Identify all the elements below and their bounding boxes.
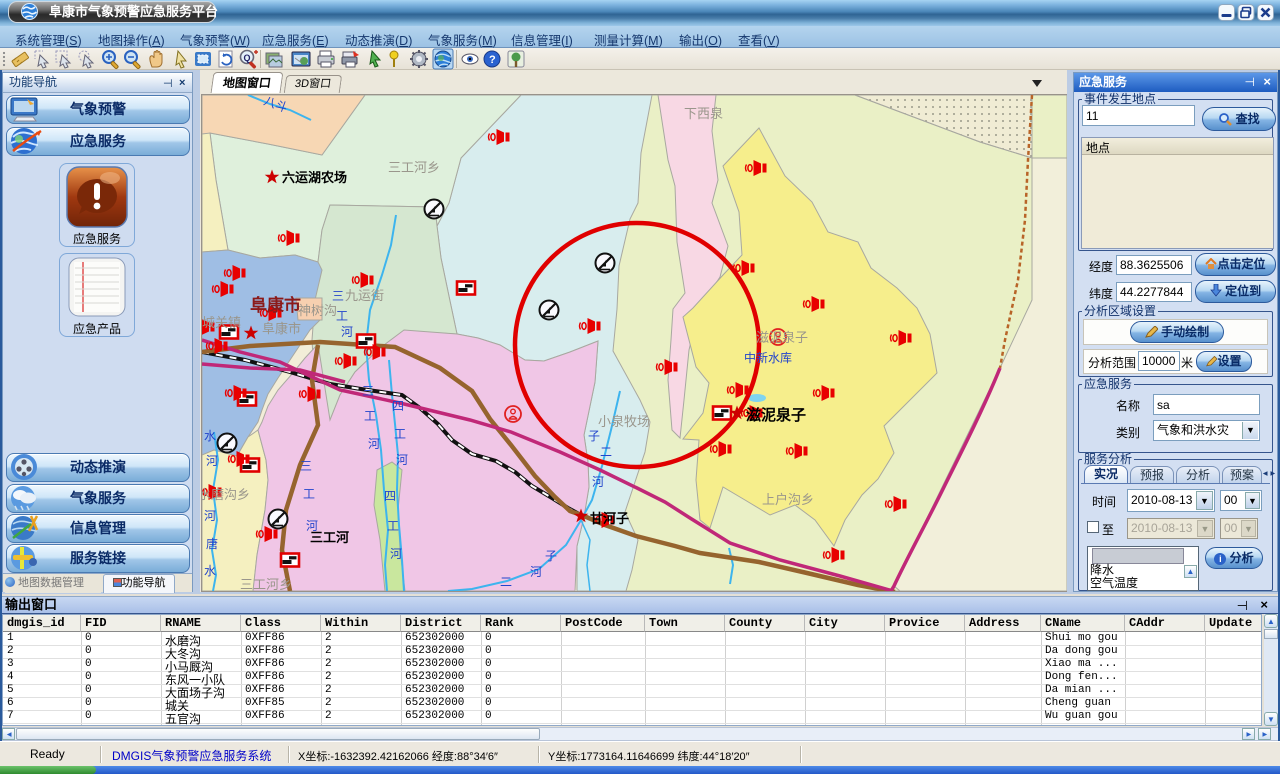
svg-text:滋泥泉子: 滋泥泉子 [756, 330, 808, 345]
svg-text:三: 三 [362, 384, 374, 398]
svg-text:甘河子: 甘河子 [590, 511, 629, 526]
svg-text:城关镇: 城关镇 [202, 315, 241, 330]
svg-text:?: ? [489, 54, 496, 66]
svg-text:滋泥泉子: 滋泥泉子 [746, 406, 806, 424]
svg-text:工: 工 [336, 309, 348, 323]
svg-text:下西泉: 下西泉 [684, 106, 723, 121]
svg-text:子: 子 [588, 429, 600, 443]
svg-text:三: 三 [332, 289, 344, 303]
svg-text:水: 水 [204, 429, 216, 443]
svg-text:中新水库: 中新水库 [744, 350, 792, 365]
svg-text:水磨沟乡: 水磨沟乡 [202, 487, 250, 502]
svg-text:二: 二 [600, 445, 612, 459]
svg-text:河: 河 [306, 519, 318, 533]
svg-text:工: 工 [303, 487, 315, 501]
svg-text:四: 四 [384, 489, 396, 503]
svg-text:河: 河 [368, 437, 380, 451]
svg-text:Q: Q [244, 53, 251, 63]
svg-text:河: 河 [204, 509, 216, 523]
svg-text:河: 河 [530, 565, 542, 579]
svg-text:六运湖农场: 六运湖农场 [282, 170, 347, 185]
svg-text:小泉牧场: 小泉牧场 [598, 414, 650, 429]
svg-text:河: 河 [390, 547, 402, 561]
svg-text:三工河乡: 三工河乡 [388, 160, 440, 175]
svg-text:四: 四 [392, 399, 404, 413]
svg-text:三: 三 [300, 459, 312, 473]
svg-text:二: 二 [500, 575, 512, 589]
svg-text:上户沟乡: 上户沟乡 [762, 492, 814, 507]
svg-text:工: 工 [387, 519, 399, 533]
svg-text:唐: 唐 [206, 536, 218, 551]
svg-text:水: 水 [204, 564, 216, 578]
svg-text:河: 河 [592, 475, 604, 489]
svg-text:河: 河 [341, 325, 353, 339]
svg-text:工: 工 [364, 409, 376, 423]
svg-text:阜康市: 阜康市 [262, 321, 301, 336]
svg-text:阜康市: 阜康市 [250, 295, 301, 315]
svg-text:河: 河 [206, 454, 218, 468]
svg-text:子: 子 [545, 549, 557, 563]
svg-text:神树沟: 神树沟 [298, 303, 337, 318]
svg-text:三工河乡: 三工河乡 [240, 577, 292, 591]
svg-text:工: 工 [394, 427, 406, 441]
svg-text:九运街: 九运街 [345, 288, 384, 303]
svg-text:河: 河 [396, 453, 408, 467]
